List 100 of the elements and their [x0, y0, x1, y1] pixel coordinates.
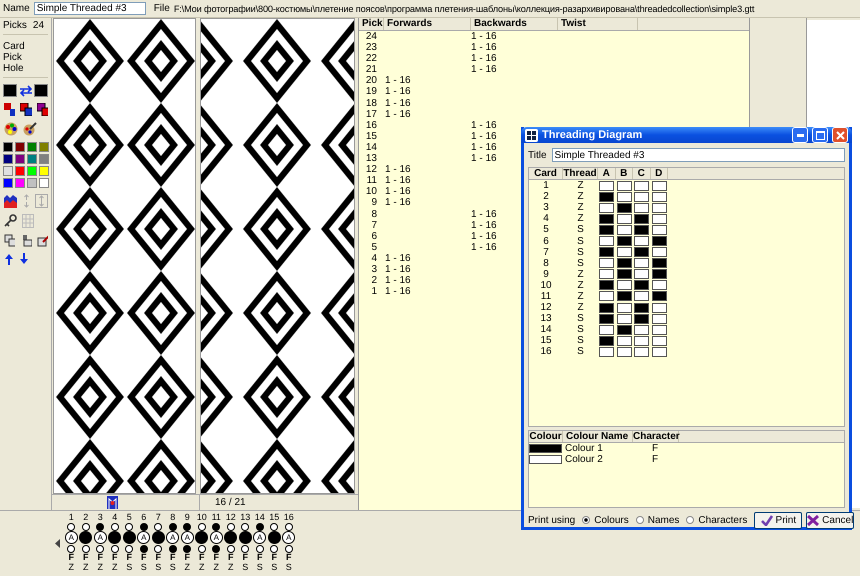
card-number: 3	[98, 513, 103, 522]
mode-item[interactable]: Hole	[3, 63, 48, 74]
mode-item[interactable]: Card	[3, 41, 48, 52]
twist-direction: Z	[199, 562, 204, 572]
card-number: 11	[212, 513, 221, 522]
colour-character: F	[652, 443, 658, 454]
backwards-range: 1 - 16	[471, 120, 497, 131]
print-button[interactable]: Print	[754, 512, 802, 528]
thread-direction: Z	[577, 302, 584, 314]
card-number: 1	[543, 180, 549, 192]
twist-direction: Z	[98, 562, 103, 572]
card-number: 8	[170, 513, 176, 522]
card-number: 4	[112, 513, 118, 522]
card-number: 11	[540, 290, 552, 302]
title-label: Title	[528, 150, 547, 160]
pick-number: 9	[371, 197, 377, 208]
pick-number: 18	[366, 98, 377, 109]
cancel-button[interactable]: Cancel	[806, 512, 854, 528]
thread-direction: S	[577, 346, 584, 358]
hole-label[interactable]: A	[282, 531, 296, 544]
card-number: 1	[68, 513, 74, 522]
column-header[interactable]: Backwards	[471, 18, 558, 30]
name-field[interactable]: Simple Threaded #3	[34, 2, 146, 15]
hole-label[interactable]: A	[210, 531, 223, 544]
twist-direction: S	[271, 562, 278, 572]
hole-label[interactable]: A	[166, 531, 180, 544]
hole-label[interactable]: A	[137, 531, 150, 544]
face-letter: F	[214, 553, 219, 562]
card-number: 16	[540, 346, 552, 358]
card-number: 2	[83, 513, 88, 522]
twist-direction: Z	[83, 562, 88, 572]
thread-direction: S	[577, 313, 584, 324]
column-header[interactable]: A	[598, 168, 616, 179]
card-number: 7	[543, 246, 549, 258]
face-letter: F	[170, 553, 176, 562]
forwards-range: 1 - 16	[385, 197, 411, 208]
backwards-range: 1 - 16	[471, 230, 497, 242]
pick-number: 4	[371, 252, 377, 264]
print-option-radio[interactable]: Colours	[582, 514, 629, 526]
face-letter: F	[68, 553, 74, 562]
column-header[interactable]: C	[633, 168, 650, 179]
twist-direction: S	[155, 562, 162, 572]
card-number: 3	[543, 202, 549, 214]
card-number: 4	[543, 213, 549, 224]
mode-item[interactable]: Pick	[3, 52, 48, 63]
column-header[interactable]: Card	[529, 168, 563, 179]
backwards-range: 1 - 16	[471, 64, 497, 76]
face-letter: F	[83, 553, 88, 562]
face-letter: F	[257, 553, 262, 562]
forwards-range: 1 - 16	[385, 286, 411, 298]
column-header[interactable]: Colour Name	[563, 431, 633, 442]
thread-direction: S	[577, 246, 584, 258]
print-option-radio[interactable]: Names	[636, 514, 680, 526]
thread-direction: S	[577, 236, 584, 247]
thread-direction: Z	[577, 180, 584, 192]
pick-number: 14	[366, 142, 377, 153]
backwards-range: 1 - 16	[471, 153, 497, 164]
card-number: 10	[540, 280, 552, 291]
forwards-range: 1 - 16	[385, 275, 411, 286]
picks-count: 24	[32, 20, 44, 31]
column-header[interactable]: B	[616, 168, 633, 179]
face-letter: F	[286, 553, 292, 562]
hole-label[interactable]: A	[180, 531, 194, 544]
thread-direction: S	[577, 324, 584, 336]
column-header[interactable]: D	[650, 168, 668, 179]
backwards-range: 1 - 16	[471, 42, 497, 54]
column-header[interactable]: Thread	[563, 168, 598, 179]
title-field[interactable]: Simple Threaded #3	[552, 148, 845, 162]
card-number: 8	[543, 258, 549, 269]
twist-direction: Z	[228, 562, 234, 572]
face-letter: F	[98, 553, 103, 562]
column-header[interactable]: Character	[633, 431, 679, 442]
column-header[interactable]: Pick	[359, 18, 384, 30]
twist-direction: S	[286, 562, 292, 572]
pick-number: 12	[366, 164, 377, 176]
backwards-range: 1 - 16	[471, 53, 497, 64]
forwards-range: 1 - 16	[385, 252, 411, 264]
pick-number: 11	[366, 175, 377, 186]
column-header[interactable]: Forwards	[384, 18, 471, 30]
card-number: 10	[196, 513, 207, 522]
pick-number: 10	[366, 186, 377, 198]
colour-character: F	[652, 454, 658, 465]
picks-label: Picks	[3, 20, 27, 31]
twist-direction: Z	[184, 562, 190, 572]
card-number: 16	[284, 513, 294, 522]
print-option-radio[interactable]: Characters	[686, 514, 748, 526]
hole-label[interactable]: A	[64, 531, 78, 544]
card-number: 12	[226, 513, 236, 522]
card-number: 9	[184, 513, 190, 522]
hole-label[interactable]: A	[94, 531, 107, 544]
card-number: 14	[254, 513, 265, 522]
forwards-range: 1 - 16	[385, 175, 411, 186]
column-header[interactable]: Twist	[558, 18, 638, 30]
thread-direction: Z	[577, 202, 584, 214]
thread-direction: Z	[577, 290, 584, 302]
pick-number: 1	[371, 286, 377, 298]
hole-label[interactable]: A	[253, 531, 266, 544]
twist-direction: S	[126, 562, 132, 572]
twist-direction: Z	[68, 562, 74, 572]
column-header[interactable]: Colour	[529, 431, 563, 442]
